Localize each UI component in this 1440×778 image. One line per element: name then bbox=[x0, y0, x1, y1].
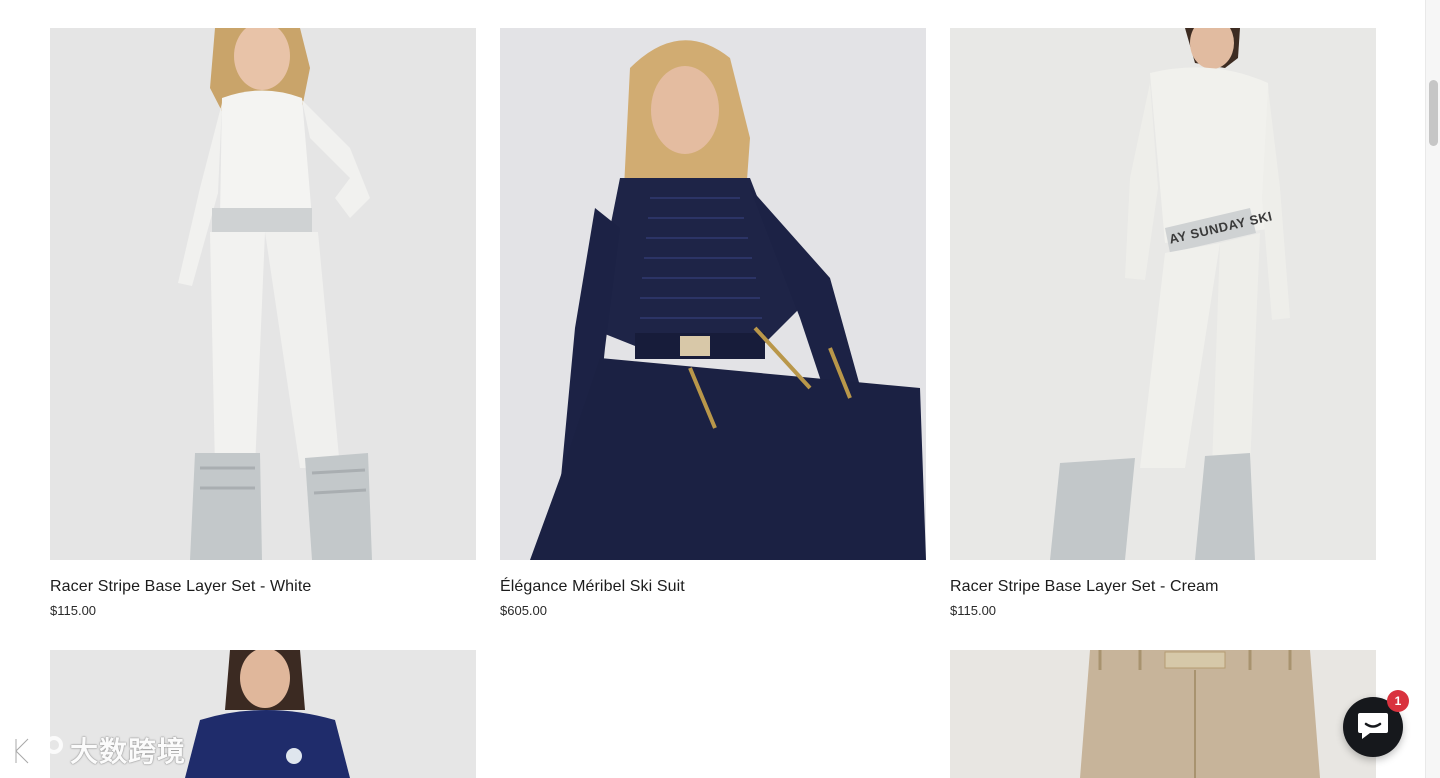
product-card[interactable]: Élégance Méribel Ski Suit $605.00 bbox=[500, 28, 926, 619]
product-price: $115.00 bbox=[50, 603, 97, 618]
watermark-logo-icon bbox=[10, 731, 64, 769]
product-photo-navy-ski-suit bbox=[500, 28, 926, 560]
product-card[interactable]: Racer Stripe Base Layer Set - White $115… bbox=[50, 28, 476, 619]
product-image[interactable] bbox=[500, 28, 926, 560]
product-title[interactable]: Racer Stripe Base Layer Set - White bbox=[50, 577, 476, 597]
product-image[interactable] bbox=[950, 650, 1376, 778]
product-image[interactable]: AY SUNDAY SKI bbox=[950, 28, 1376, 560]
chat-bubble-icon bbox=[1356, 709, 1390, 746]
product-photo-cream-base-layer bbox=[950, 28, 1376, 560]
watermark-text: 大数跨境 bbox=[70, 735, 187, 768]
product-card[interactable]: AY SUNDAY SKI Racer Stripe Base Layer Se… bbox=[950, 28, 1376, 619]
product-card[interactable] bbox=[950, 650, 1376, 778]
product-image[interactable] bbox=[50, 28, 476, 560]
product-title[interactable]: Racer Stripe Base Layer Set - Cream bbox=[950, 577, 1376, 597]
chat-notification-badge: 1 bbox=[1387, 690, 1409, 712]
page-scrollbar[interactable] bbox=[1425, 0, 1440, 778]
product-price: $115.00 bbox=[950, 603, 997, 618]
product-price: $605.00 bbox=[500, 603, 547, 618]
product-title[interactable]: Élégance Méribel Ski Suit bbox=[500, 577, 926, 597]
scrollbar-thumb[interactable] bbox=[1429, 80, 1438, 146]
product-photo-white-base-layer bbox=[50, 28, 476, 560]
product-photo-beige-ski-pants bbox=[950, 650, 1376, 778]
watermark: 大数跨境 bbox=[10, 730, 186, 770]
